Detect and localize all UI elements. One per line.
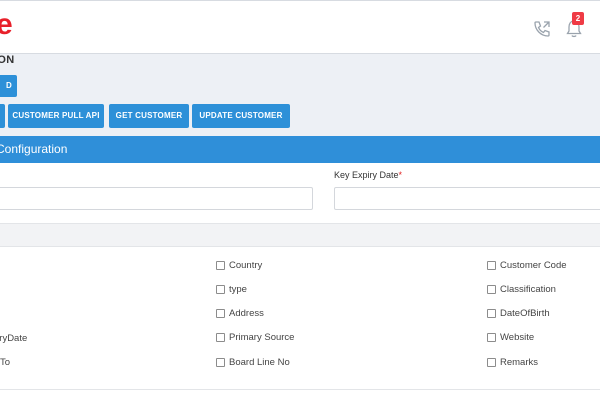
checkbox-label-country: Country xyxy=(229,260,263,271)
page-title: ION xyxy=(0,54,15,66)
checkbox-remarks[interactable] xyxy=(487,358,496,367)
checkbox-board-line-no[interactable] xyxy=(216,358,225,367)
field-label-primary-date: aryDate xyxy=(0,333,28,344)
brand-logo[interactable]: e xyxy=(0,10,13,40)
customer-pull-api-button[interactable]: CUSTOMER PULL API xyxy=(8,104,104,128)
checkbox-label-website: Website xyxy=(500,332,535,343)
checkbox-primary-source[interactable] xyxy=(216,333,225,342)
toolbar-button-partial[interactable] xyxy=(0,104,5,128)
checkbox-label-primary-source: Primary Source xyxy=(229,332,295,343)
checkbox-type[interactable] xyxy=(216,285,225,294)
checkbox-label-type: type xyxy=(229,284,247,295)
notification-badge: 2 xyxy=(572,12,584,25)
checkbox-label-customer-code: Customer Code xyxy=(500,260,567,271)
checkbox-label-classification: Classification xyxy=(500,284,556,295)
field-label-to: To xyxy=(0,357,11,368)
divider xyxy=(0,389,600,390)
checkbox-label-board-line-no: Board Line No xyxy=(229,357,290,368)
checkbox-website[interactable] xyxy=(487,333,496,342)
checkbox-customer-code[interactable] xyxy=(487,261,496,270)
primary-action-button[interactable]: D xyxy=(0,75,17,97)
top-header xyxy=(0,0,600,54)
checkbox-classification[interactable] xyxy=(487,285,496,294)
checkbox-address[interactable] xyxy=(216,309,225,318)
fields-section-header xyxy=(0,223,600,247)
required-asterisk: * xyxy=(398,170,403,180)
checkbox-label-remarks: Remarks xyxy=(500,357,539,368)
checkbox-label-address: Address xyxy=(229,308,264,319)
configuration-title: Configuration xyxy=(0,142,68,156)
configuration-panel-header: Configuration xyxy=(0,136,600,163)
get-customer-button[interactable]: GET CUSTOMER xyxy=(109,104,189,128)
phone-call-icon[interactable] xyxy=(532,19,552,39)
checkbox-date-of-birth[interactable] xyxy=(487,309,496,318)
left-config-input[interactable] xyxy=(0,187,313,210)
checkbox-country[interactable] xyxy=(216,261,225,270)
key-expiry-date-label-text: Key Expiry Date xyxy=(334,170,399,180)
key-expiry-date-label: Key Expiry Date* xyxy=(334,170,402,180)
key-expiry-date-input[interactable] xyxy=(334,187,600,210)
update-customer-button[interactable]: UPDATE CUSTOMER xyxy=(192,104,290,128)
checkbox-label-date-of-birth: DateOfBirth xyxy=(500,308,550,319)
